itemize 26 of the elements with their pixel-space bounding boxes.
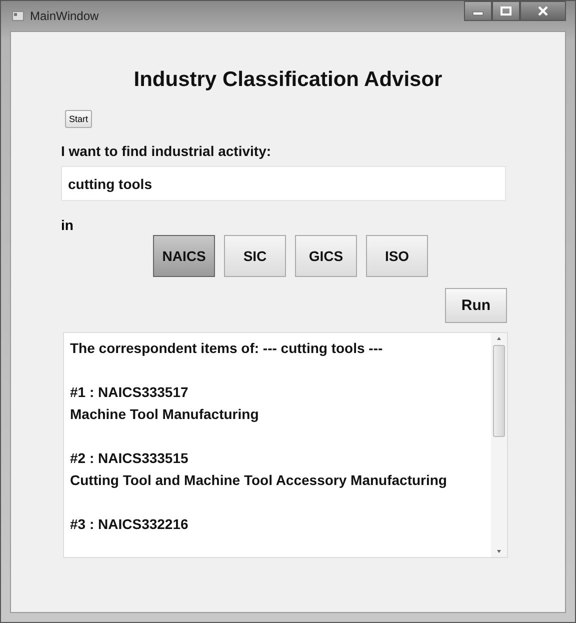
- result-code: #2 : NAICS333515: [70, 449, 190, 468]
- run-button[interactable]: Run: [445, 288, 507, 323]
- result-code: #3 : NAICS332216: [70, 515, 190, 534]
- minimize-button[interactable]: [464, 1, 492, 21]
- result-description: Cutting Tool and Machine Tool Accessory Manufacturing: [70, 471, 448, 490]
- classification-toggle[interactable]: SIC: [224, 235, 286, 277]
- results-box[interactable]: The correspondent items of: --- cutting tools --- #1 : NAICS333517 Machine Tool Manufacturing #2 : NAICS333515 Cutting Tool and Machine Tool Accessory Manufacturing #3 : NAICS332216: [63, 332, 508, 558]
- close-button[interactable]: [520, 1, 566, 21]
- input-field[interactable]: cutting tools: [61, 166, 506, 201]
- result-code: #1 : NAICS333517: [70, 383, 190, 402]
- close-icon: [537, 6, 549, 16]
- scrollbar-thumb[interactable]: [493, 345, 505, 437]
- results-header: The correspondent items of: --- cutting tools ---: [70, 339, 384, 358]
- start-button[interactable]: Start: [65, 110, 92, 128]
- classification-toggle[interactable]: GICS: [295, 235, 357, 277]
- result-description: Machine Tool Manufacturing: [70, 405, 260, 424]
- classification-toggle[interactable]: ISO: [366, 235, 428, 277]
- in-label: in: [61, 217, 74, 233]
- window-title: MainWindow: [30, 9, 99, 23]
- classification-toggle[interactable]: NAICS: [153, 235, 215, 277]
- app-heading: Industry Classification Advisor: [134, 68, 442, 92]
- maximize-icon: [500, 6, 512, 16]
- app-icon: [12, 11, 24, 21]
- query-label: I want to find industrial activity:: [61, 143, 272, 159]
- maximize-button[interactable]: [492, 1, 520, 21]
- scrollbar[interactable]: [491, 333, 507, 557]
